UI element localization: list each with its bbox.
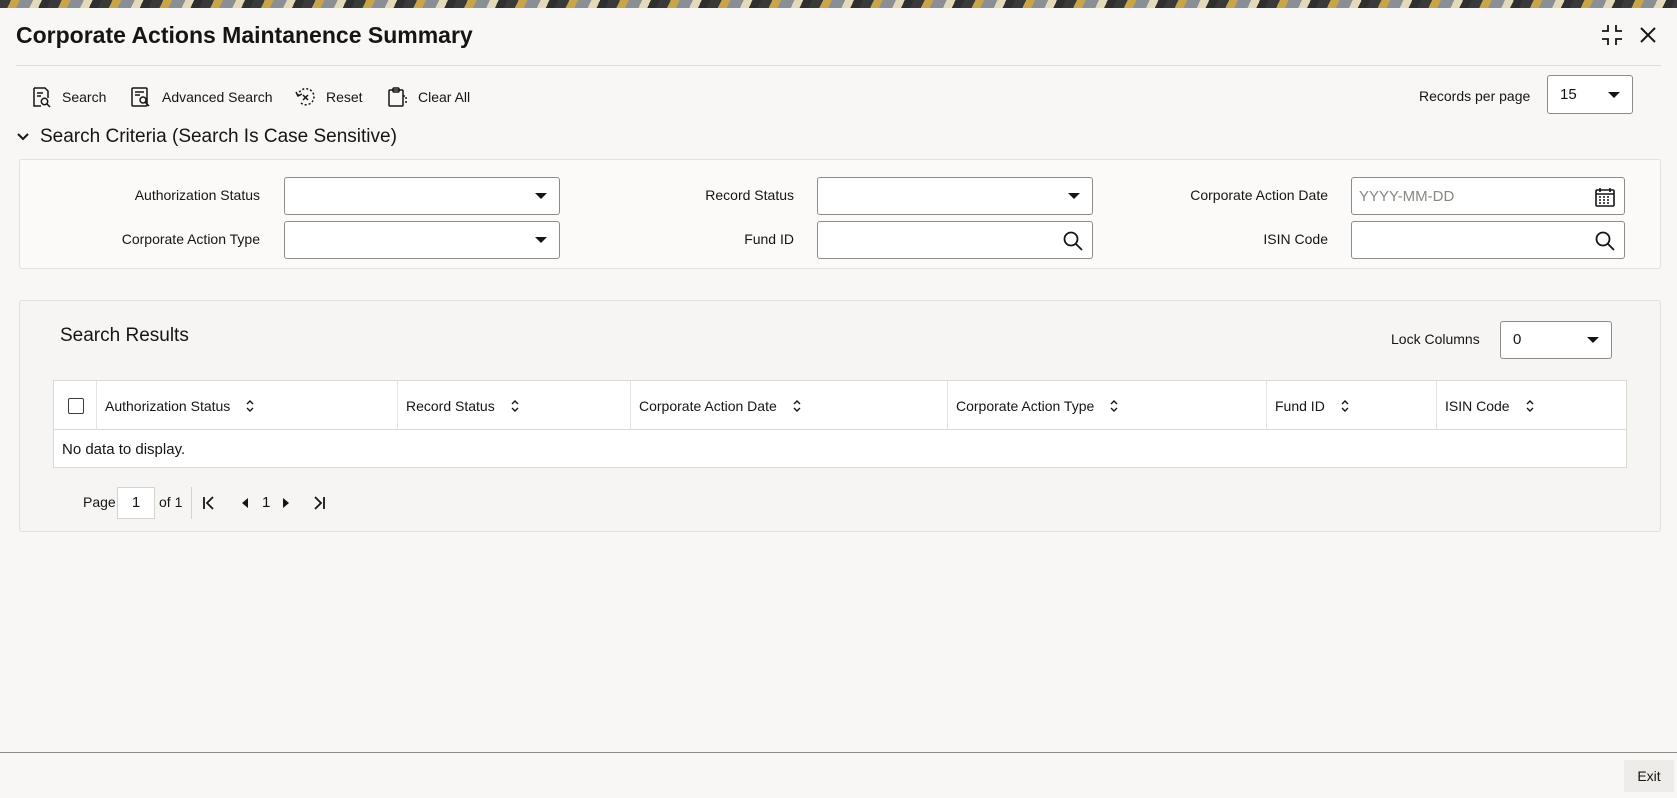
records-per-page-label: Records per page [1419,88,1531,104]
column-header-fund-id[interactable]: Fund ID [1267,381,1437,430]
reset-button[interactable]: Reset [294,84,363,110]
page-total-label: of 1 [159,494,183,510]
summary-window: Corporate Actions Maintanence Summary Se… [0,8,1677,798]
sort-icon [511,399,519,412]
first-page-icon[interactable] [200,494,218,512]
title-bar: Corporate Actions Maintanence Summary [0,8,1677,66]
search-criteria-panel: Authorization Status Record Status Corpo… [19,159,1661,269]
select-all-checkbox[interactable] [68,398,84,414]
chevron-down-icon [1608,92,1620,98]
search-doc-icon [33,87,51,108]
column-header-label: Record Status [406,397,495,414]
column-header-authorization-status[interactable]: Authorization Status [97,381,398,430]
sort-icon [793,399,801,412]
last-page-icon[interactable] [310,494,328,512]
column-header-corporate-action-type[interactable]: Corporate Action Type [948,381,1267,430]
search-criteria-toggle[interactable]: Search Criteria (Search Is Case Sensitiv… [16,126,397,148]
exit-button[interactable]: Exit [1624,760,1674,792]
close-icon[interactable] [1635,22,1661,48]
search-button-label: Search [62,89,107,105]
isin-code-input[interactable] [1351,221,1625,259]
page-label: Page [83,494,116,510]
maximize-icon[interactable] [1599,22,1625,48]
table-header: Authorization Status Record Status Corpo… [54,381,1626,430]
search-results-panel: Search Results Lock Columns 0 Authorizat… [19,300,1661,532]
page-title: Corporate Actions Maintanence Summary [16,22,473,48]
search-results-title: Search Results [60,325,189,346]
lock-columns-select[interactable]: 0 [1500,321,1612,359]
column-header-label: Corporate Action Type [956,397,1095,414]
column-header-label: ISIN Code [1445,397,1510,414]
calendar-icon[interactable] [1594,186,1616,208]
column-header-record-status[interactable]: Record Status [398,381,631,430]
column-header-label: Fund ID [1275,397,1325,414]
clear-all-button[interactable]: Clear All [386,84,470,110]
sort-icon [1341,399,1349,412]
corporate-action-date-label: Corporate Action Date [1190,187,1328,203]
lock-columns-value: 0 [1513,331,1522,348]
fund-id-label: Fund ID [744,231,794,247]
clipboard-icon [388,87,407,107]
authorization-status-label: Authorization Status [134,187,260,203]
search-criteria-header: Search Criteria (Search Is Case Sensitiv… [40,126,397,147]
chevron-down-icon [535,193,547,199]
previous-page-icon[interactable] [236,494,254,512]
reset-button-label: Reset [326,89,363,105]
isin-code-label: ISIN Code [1263,231,1328,247]
select-all-cell [54,381,97,430]
pager-divider [191,487,192,519]
records-per-page-value: 15 [1560,86,1577,103]
reset-icon [295,87,315,106]
current-page-number[interactable]: 1 [262,494,270,511]
results-table: Authorization Status Record Status Corpo… [53,380,1627,468]
corporate-action-type-select[interactable] [284,221,560,259]
column-header-label: Authorization Status [105,397,231,414]
column-header-label: Corporate Action Date [639,397,777,414]
authorization-status-select[interactable] [284,177,560,215]
sort-icon [1110,399,1118,412]
title-divider [16,65,1661,66]
column-header-isin-code[interactable]: ISIN Code [1437,381,1626,430]
record-status-label: Record Status [705,187,794,203]
records-per-page-select[interactable]: 15 [1547,75,1633,114]
search-icon[interactable] [1062,230,1084,252]
chevron-down-icon [1068,193,1080,199]
lock-columns-label: Lock Columns [1391,331,1480,347]
chevron-down-icon [535,237,547,243]
top-decorative-banner [0,0,1677,8]
record-status-select[interactable] [817,177,1093,215]
advanced-search-button[interactable]: Advanced Search [130,84,273,110]
clear-all-button-label: Clear All [418,89,471,105]
column-header-corporate-action-date[interactable]: Corporate Action Date [631,381,948,430]
advanced-search-button-label: Advanced Search [162,89,273,105]
fund-id-input[interactable] [817,221,1093,259]
page-number-input[interactable]: 1 [117,487,155,519]
corporate-action-date-input[interactable]: YYYY-MM-DD [1351,177,1625,215]
toolbar: Search Advanced Search Reset Clear All R… [0,76,1677,122]
chevron-down-icon [17,133,29,141]
sort-icon [1526,399,1534,412]
advanced-search-icon [131,87,150,107]
sort-icon [246,399,254,412]
date-placeholder: YYYY-MM-DD [1359,188,1455,205]
empty-table-message: No data to display. [62,441,186,458]
next-page-icon[interactable] [277,494,295,512]
corporate-action-type-label: Corporate Action Type [121,231,260,247]
footer-divider [0,752,1677,753]
search-button[interactable]: Search [30,84,106,110]
search-icon[interactable] [1594,230,1616,252]
chevron-down-icon [1587,337,1599,343]
